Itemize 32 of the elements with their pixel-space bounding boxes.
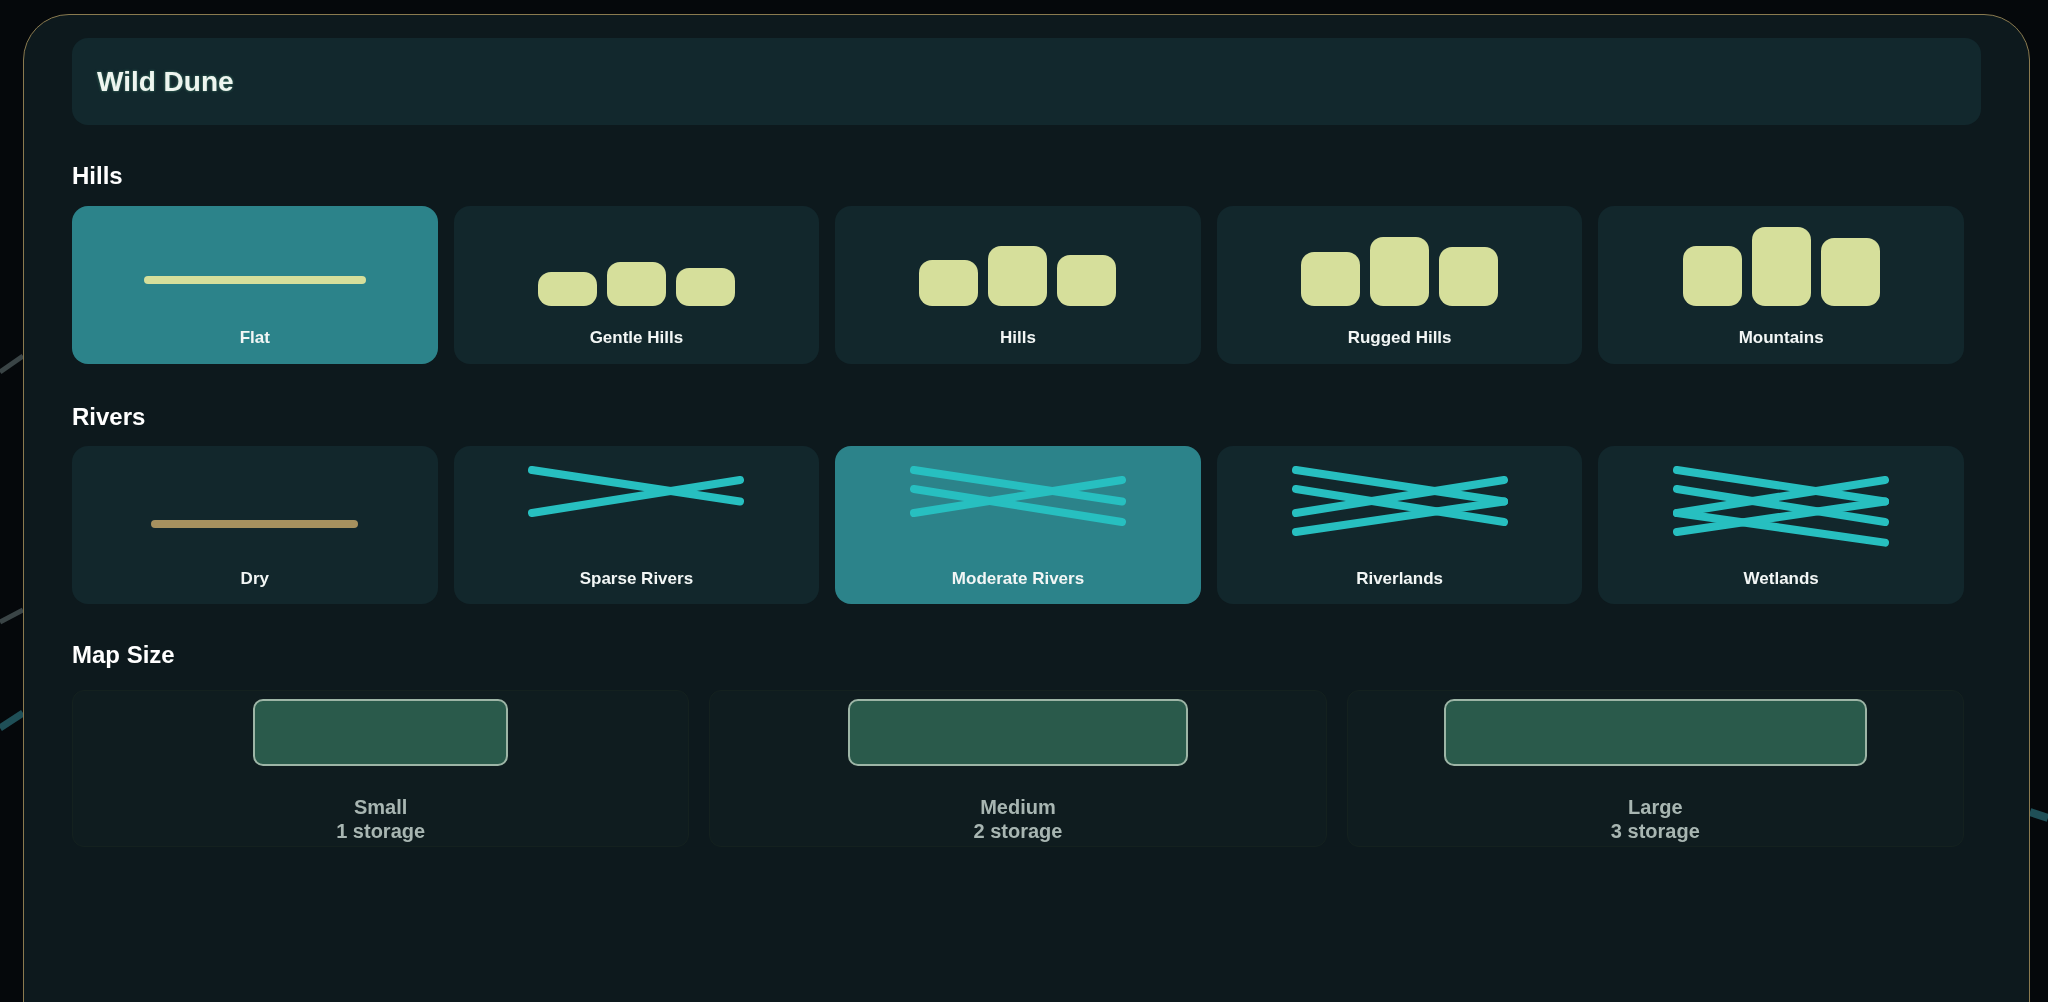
crossed-lines-icon xyxy=(528,466,745,517)
crossed-lines-icon xyxy=(1291,466,1508,536)
hills-option[interactable]: Mountains xyxy=(1598,206,1964,364)
hills-option[interactable]: Rugged Hills xyxy=(1216,206,1583,364)
rounded-rectangle-icon xyxy=(253,699,509,766)
rivers-option[interactable]: Moderate Rivers xyxy=(835,446,1201,604)
hills-option[interactable]: Hills xyxy=(835,206,1201,364)
page-title: Wild Dune xyxy=(97,64,234,99)
rounded-blocks-icon xyxy=(919,246,1117,306)
hills-option[interactable]: Flat xyxy=(72,206,438,364)
section-heading: Hills xyxy=(72,161,123,191)
background-curve xyxy=(0,710,23,731)
section-heading: Rivers xyxy=(72,402,146,432)
rounded-rectangle-icon xyxy=(1443,699,1867,766)
map-size-option[interactable]: Small 1 storage xyxy=(72,690,690,847)
background-curve xyxy=(0,607,23,625)
rounded-rectangle-icon xyxy=(848,699,1188,766)
map-size-option[interactable]: Large 3 storage xyxy=(1346,690,1964,847)
hills-option[interactable]: Gentle Hills xyxy=(453,206,820,364)
rivers-option[interactable]: Dry xyxy=(72,446,438,604)
map-size-option[interactable]: Medium 2 storage xyxy=(709,690,1327,847)
rivers-option[interactable]: Sparse Rivers xyxy=(453,446,820,604)
background-curve xyxy=(0,353,23,375)
background-curve xyxy=(2030,808,2048,822)
rounded-blocks-icon xyxy=(1682,227,1880,306)
rivers-option[interactable]: Riverlands xyxy=(1216,446,1583,604)
rounded-blocks-icon xyxy=(1301,237,1499,306)
section-heading: Map Size xyxy=(72,640,175,670)
rounded-blocks-icon xyxy=(537,262,735,306)
rivers-option[interactable]: Wetlands xyxy=(1598,446,1964,604)
crossed-lines-icon xyxy=(1673,466,1890,547)
crossed-lines-icon xyxy=(910,466,1126,526)
